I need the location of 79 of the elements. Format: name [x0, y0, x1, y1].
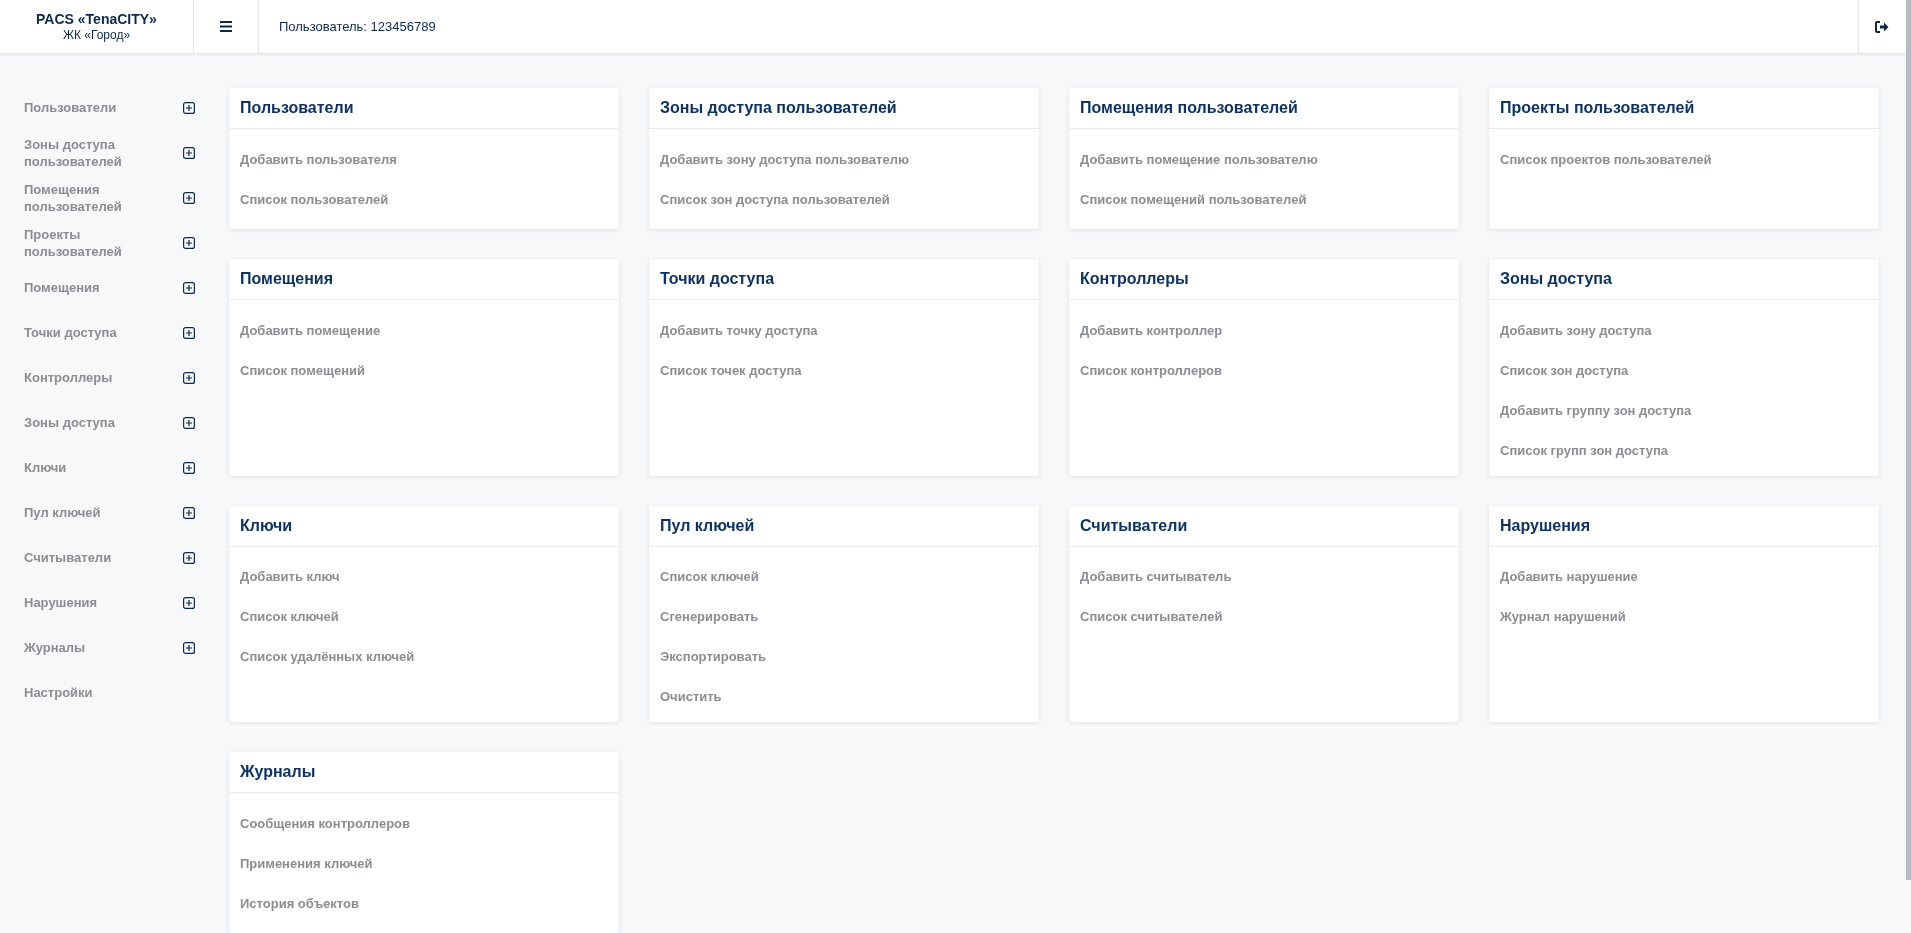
plus-square-icon[interactable] [183, 371, 195, 384]
card-title: Помещения [229, 259, 619, 300]
card-link[interactable]: Список помещений пользователей [1080, 179, 1307, 219]
sidebar-item[interactable]: Пользователи [0, 85, 229, 130]
card-title: Контроллеры [1069, 259, 1459, 300]
card-link[interactable]: Добавить группу зон доступа [1500, 390, 1692, 430]
logout-button[interactable] [1858, 0, 1905, 53]
card-link[interactable]: Список ключей [240, 596, 339, 637]
brand-title: PACS «TenaCITY» [36, 11, 157, 27]
card-link[interactable]: Добавить зону доступа пользователю [660, 139, 910, 179]
sidebar-item[interactable]: Считыватели [0, 535, 229, 580]
card-link[interactable]: Добавить нарушение [1500, 556, 1638, 597]
sidebar-item[interactable]: Проекты пользователей [0, 220, 229, 265]
card-title: Пул ключей [649, 505, 1039, 547]
card-title: Зоны доступа [1489, 259, 1879, 300]
card-link[interactable]: Добавить ключ [240, 556, 340, 597]
sidebar-item[interactable]: Пул ключей [0, 490, 229, 535]
card-link[interactable]: Добавить помещение пользователю [1080, 139, 1318, 179]
plus-square-icon[interactable] [183, 281, 195, 294]
card-link[interactable]: Очистить [660, 676, 722, 717]
card-title: Зоны доступа пользователей [649, 88, 1039, 129]
sidebar-item[interactable]: Контроллеры [0, 355, 229, 400]
sidebar-item[interactable]: Точки доступа [0, 310, 229, 355]
card-link[interactable]: Список помещений [240, 350, 366, 390]
plus-square-icon[interactable] [183, 641, 195, 654]
card-title: Проекты пользователей [1489, 88, 1879, 129]
scrollbar[interactable] [1906, 0, 1911, 880]
sidebar-item[interactable]: Ключи [0, 445, 229, 490]
card-title: Ключи [229, 505, 619, 547]
card-link[interactable]: Добавить точку доступа [660, 310, 818, 350]
card-link[interactable]: Сгенерировать [660, 596, 759, 637]
card-link[interactable]: Добавить пользователя [240, 139, 397, 179]
card-link[interactable]: Сообщения контроллеров [240, 803, 411, 843]
card-link[interactable]: Журнал нарушений [1500, 596, 1626, 637]
plus-square-icon[interactable] [183, 326, 195, 339]
card-link[interactable]: Список групп зон доступа [1500, 430, 1669, 470]
sidebar-item[interactable]: Помещения [0, 265, 229, 310]
card-link[interactable]: Добавить считыватель [1080, 556, 1232, 597]
plus-square-icon[interactable] [183, 101, 195, 114]
card-title: Точки доступа [649, 259, 1039, 300]
card-title: Помещения пользователей [1069, 88, 1459, 129]
brand-subtitle: ЖК «Город» [62, 28, 131, 42]
card-link[interactable]: Список ключей [660, 556, 759, 597]
card-link[interactable]: Добавить помещение [240, 310, 381, 350]
user-label: Пользователь: 123456789 [279, 19, 437, 34]
card-title: Пользователи [229, 88, 619, 129]
card-title: Считыватели [1069, 505, 1459, 547]
card-link[interactable]: Список удалённых ключей [240, 636, 415, 677]
card-link[interactable]: Список зон доступа пользователей [660, 179, 890, 219]
card-link[interactable]: Применения ключей [240, 843, 373, 883]
plus-square-icon[interactable] [183, 416, 195, 429]
plus-square-icon[interactable] [183, 596, 195, 609]
logout-icon [1875, 20, 1889, 33]
card-link[interactable]: Экспортировать [660, 636, 767, 677]
menu-button[interactable] [194, 0, 259, 53]
card-link[interactable]: Список контроллеров [1080, 350, 1223, 390]
card-link[interactable]: Список точек доступа [660, 350, 802, 390]
plus-square-icon[interactable] [183, 506, 195, 519]
sidebar-item[interactable]: Зоны доступа [0, 400, 229, 445]
plus-square-icon[interactable] [183, 146, 195, 159]
card-title: Нарушения [1489, 505, 1879, 547]
card-title: Журналы [229, 752, 619, 793]
sidebar-item[interactable]: Помещения пользователей [0, 175, 229, 220]
card-link[interactable]: История объектов [240, 883, 359, 923]
sidebar-item[interactable]: Настройки [0, 670, 229, 715]
sidebar-item[interactable]: Журналы [0, 625, 229, 670]
menu-icon [220, 21, 232, 32]
sidebar-item[interactable]: Зоны доступа пользователей [0, 130, 229, 175]
card-link[interactable]: Список считывателей [1080, 596, 1223, 637]
plus-square-icon[interactable] [183, 191, 195, 204]
card-link[interactable]: Добавить контроллер [1080, 310, 1223, 350]
plus-square-icon[interactable] [183, 236, 195, 249]
card-link[interactable]: Список зон доступа [1500, 350, 1629, 390]
card-link[interactable]: Список пользователей [240, 179, 389, 219]
plus-square-icon[interactable] [183, 461, 195, 474]
card-link[interactable]: Добавить зону доступа [1500, 310, 1652, 350]
plus-square-icon[interactable] [183, 551, 195, 564]
sidebar-item[interactable]: Нарушения [0, 580, 229, 625]
card-link[interactable]: Список проектов пользователей [1500, 139, 1712, 179]
